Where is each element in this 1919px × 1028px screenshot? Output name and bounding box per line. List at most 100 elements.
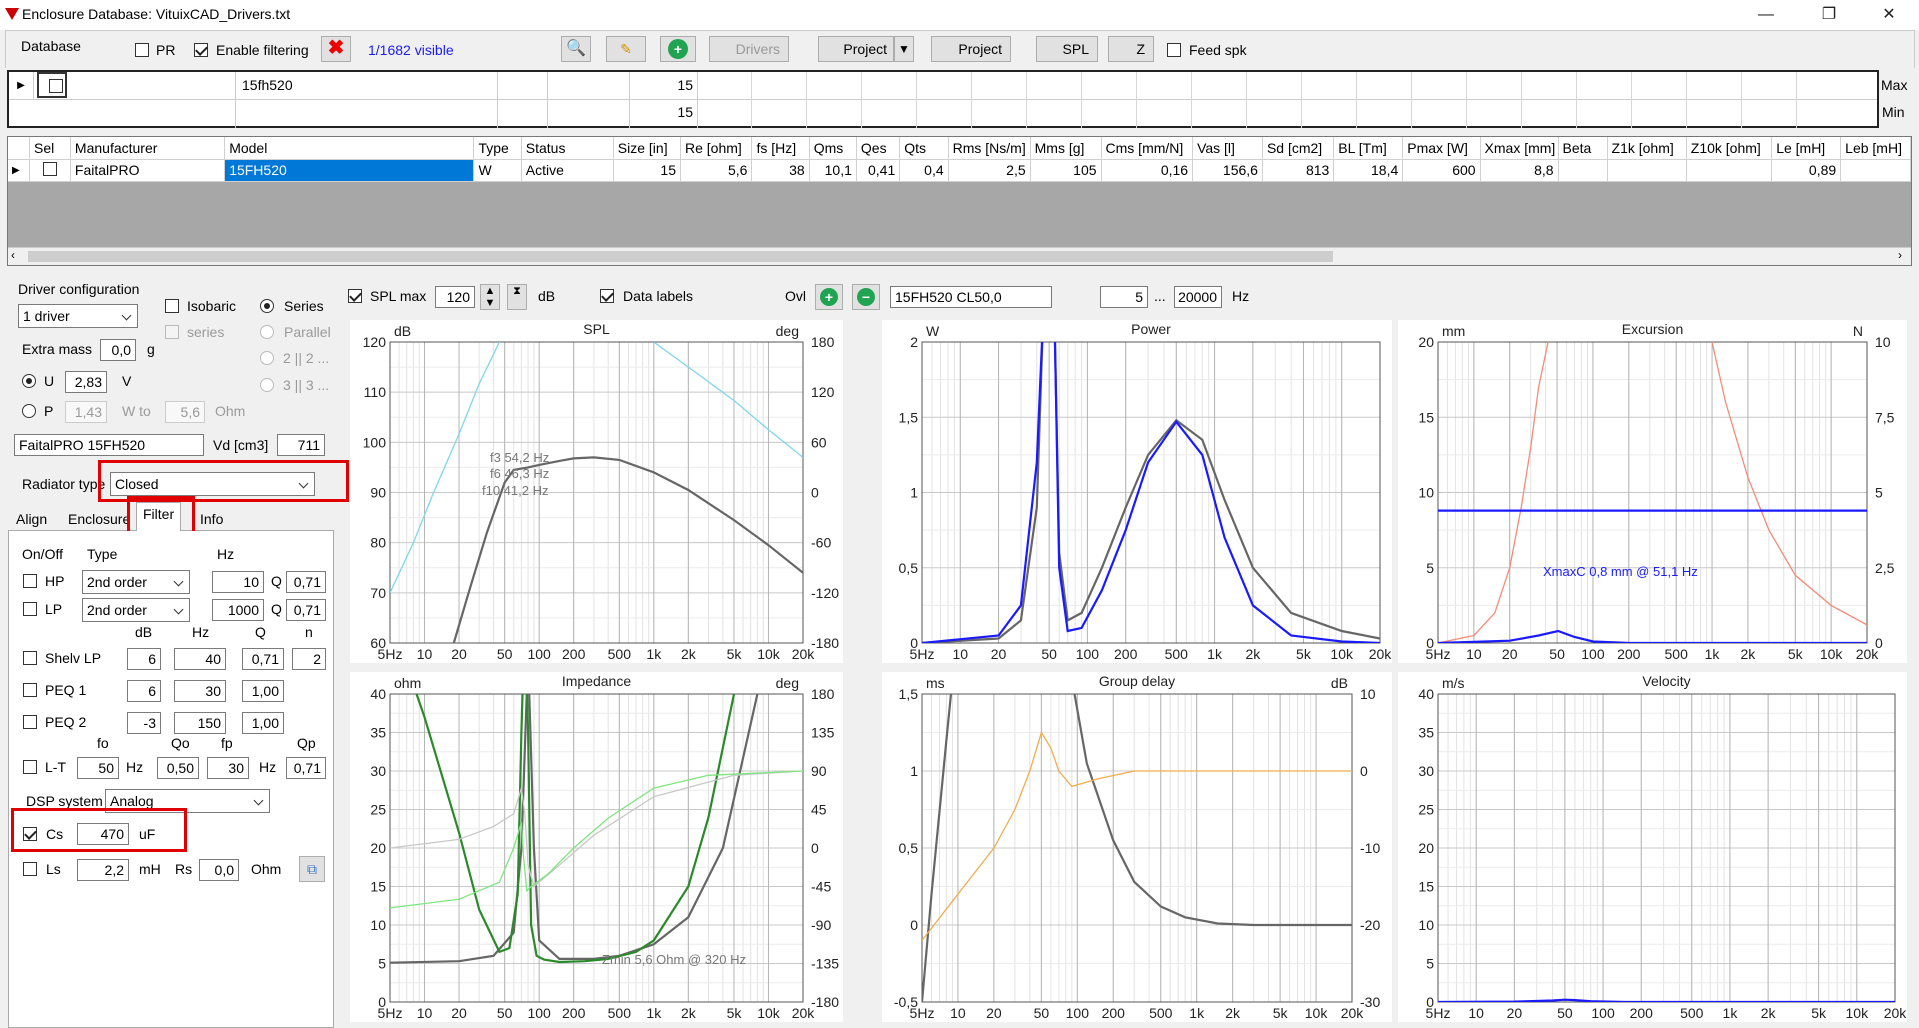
column-header[interactable]: Vas [l] — [1192, 137, 1263, 160]
table-cell[interactable]: 156,6 — [1192, 159, 1263, 182]
driver-count-select[interactable]: 1 driver — [18, 304, 138, 328]
power-input[interactable]: 1,43 — [65, 401, 107, 423]
table-cell[interactable]: 0,4 — [899, 159, 949, 182]
column-header[interactable]: fs [Hz] — [751, 137, 810, 160]
column-header[interactable]: Z10k [ohm] — [1686, 137, 1773, 160]
overlay-remove-button[interactable]: − — [852, 284, 880, 310]
parallel-radio[interactable] — [260, 325, 274, 339]
vd-input[interactable]: 711 — [277, 434, 325, 456]
table-cell[interactable]: 105 — [1030, 159, 1102, 182]
peq2-checkbox[interactable] — [23, 715, 37, 729]
table-cell[interactable] — [29, 159, 71, 182]
hp-checkbox[interactable] — [23, 574, 37, 588]
project-open-button[interactable]: Project — [818, 36, 894, 62]
size-min-filter[interactable]: 15 — [665, 104, 693, 120]
column-header[interactable]: Rms [Ns/m] — [948, 137, 1031, 160]
lt-qo-input[interactable]: 0,50 — [157, 757, 199, 779]
search-icon[interactable]: 🔍 — [561, 36, 591, 62]
table-cell[interactable]: 10,1 — [809, 159, 857, 182]
scrollbar-thumb[interactable] — [28, 251, 1333, 262]
table-cell[interactable]: FaitalPRO — [70, 159, 226, 182]
hp-type-select[interactable]: 2nd order — [82, 570, 190, 594]
table-cell[interactable]: 600 — [1402, 159, 1481, 182]
column-header[interactable]: Z1k [ohm] — [1607, 137, 1687, 160]
shelv-q-input[interactable]: 0,71 — [242, 648, 284, 670]
edit-icon[interactable]: ✎ — [606, 36, 646, 62]
project-save-button[interactable]: Project — [931, 36, 1011, 62]
column-header[interactable]: Sel — [29, 137, 71, 160]
lp-q-input[interactable]: 0,71 — [286, 599, 326, 621]
column-header[interactable]: Manufacturer — [70, 137, 226, 160]
table-cell[interactable]: W — [473, 159, 522, 182]
tab-info[interactable]: Info — [194, 508, 229, 532]
restore-button[interactable]: ❐ — [1806, 3, 1852, 27]
column-header[interactable]: Sd [cm2] — [1262, 137, 1335, 160]
overlay-name-input[interactable]: 15FH520 CL50,0 — [890, 286, 1052, 308]
table-row[interactable]: ▶ FaitalPRO 15FH520 W Active 15 5,6 38 10,1 0,41 0… — [8, 159, 1911, 182]
table-cell[interactable] — [1558, 159, 1608, 182]
peq1-db-input[interactable]: 6 — [127, 680, 161, 702]
minimize-button[interactable]: — — [1743, 3, 1789, 27]
table-cell[interactable]: 8,8 — [1480, 159, 1559, 182]
hp-hz-input[interactable]: 10 — [212, 571, 264, 593]
column-header[interactable]: Type — [473, 137, 522, 160]
drivers-button[interactable]: Drivers — [709, 36, 789, 62]
column-header[interactable]: Cms [mm/N] — [1101, 137, 1194, 160]
lp-checkbox[interactable] — [23, 602, 37, 616]
close-button[interactable]: ✕ — [1866, 3, 1912, 27]
ls-checkbox[interactable] — [23, 862, 37, 876]
lt-qp-input[interactable]: 0,71 — [286, 757, 326, 779]
series-sub-checkbox[interactable] — [165, 325, 179, 339]
lt-checkbox[interactable] — [23, 760, 37, 774]
freq-to-input[interactable]: 20000 — [1174, 286, 1222, 308]
pr-checkbox[interactable] — [135, 43, 149, 57]
table-cell[interactable]: 5,6 — [680, 159, 753, 182]
column-header[interactable]: Qts — [899, 137, 949, 160]
peq2-db-input[interactable]: -3 — [127, 712, 161, 734]
table-cell[interactable]: 813 — [1262, 159, 1335, 182]
driver-name-input[interactable]: FaitalPRO 15FH520 — [14, 434, 204, 456]
z-export-button[interactable]: Z — [1108, 36, 1154, 62]
table-cell[interactable] — [1607, 159, 1687, 182]
shelv-n-input[interactable]: 2 — [292, 648, 326, 670]
rs-input[interactable]: 0,0 — [199, 859, 239, 881]
table-cell[interactable] — [1686, 159, 1773, 182]
shelv-checkbox[interactable] — [23, 651, 37, 665]
model-filter[interactable]: 15fh520 — [242, 77, 293, 93]
enable-filtering-checkbox[interactable] — [194, 43, 208, 57]
column-header[interactable]: Qes — [856, 137, 901, 160]
add-driver-button[interactable]: + — [660, 36, 696, 62]
group-delay-chart[interactable]: 1,5 1 0,5 0 -0,5 10 0 -10 -20 -30 5Hz 10 20 50 100 200 5… — [882, 672, 1392, 1022]
tab-align[interactable]: Align — [10, 508, 53, 532]
feed-spk-checkbox[interactable] — [1167, 43, 1181, 57]
hp-q-input[interactable]: 0,71 — [286, 571, 326, 593]
spl-max-auto-icon[interactable]: ⧗ — [507, 284, 527, 310]
peq2-hz-input[interactable]: 150 — [174, 712, 226, 734]
column-header[interactable]: Pmax [W] — [1402, 137, 1481, 160]
column-header[interactable]: BL [Tm] — [1333, 137, 1404, 160]
column-header[interactable]: Model — [224, 137, 475, 160]
tab-enclosure[interactable]: Enclosure — [62, 508, 136, 532]
power-chart[interactable]: 2 1,5 1 0,5 0 5Hz 10 20 50 100 200 500 1k 2k 5k 10k 20k P… — [882, 320, 1392, 663]
two-by-two-radio[interactable] — [260, 351, 274, 365]
table-cell[interactable] — [1840, 159, 1911, 182]
column-header[interactable]: Le [mH] — [1771, 137, 1842, 160]
spl-max-input[interactable]: 120 — [435, 286, 475, 308]
velocity-chart[interactable]: 40 35 30 25 20 15 10 5 0 5Hz 10 20 50 100 200 500 1k 2k 5k… — [1398, 672, 1907, 1022]
copy-icon[interactable]: ⧉ — [299, 856, 325, 882]
clear-filter-icon[interactable]: ✖ — [321, 36, 351, 62]
peq1-hz-input[interactable]: 30 — [174, 680, 226, 702]
shelv-db-input[interactable]: 6 — [127, 648, 161, 670]
spl-chart[interactable]: 120 110 100 90 80 70 60 180 120 60 0 -60 -120 -180 5Hz… — [350, 320, 843, 663]
horizontal-scrollbar[interactable]: ‹ › — [8, 247, 1911, 265]
voltage-radio[interactable] — [22, 374, 36, 388]
three-by-three-radio[interactable] — [260, 378, 274, 392]
size-max-filter[interactable]: 15 — [665, 77, 693, 93]
column-header[interactable]: Beta — [1558, 137, 1608, 160]
isobaric-checkbox[interactable] — [165, 299, 179, 313]
table-cell[interactable]: 0,89 — [1771, 159, 1842, 182]
scroll-right-icon[interactable]: › — [1898, 248, 1902, 262]
series-radio[interactable] — [260, 299, 274, 313]
lt-fo-input[interactable]: 50 — [77, 757, 119, 779]
peq2-q-input[interactable]: 1,00 — [242, 712, 284, 734]
